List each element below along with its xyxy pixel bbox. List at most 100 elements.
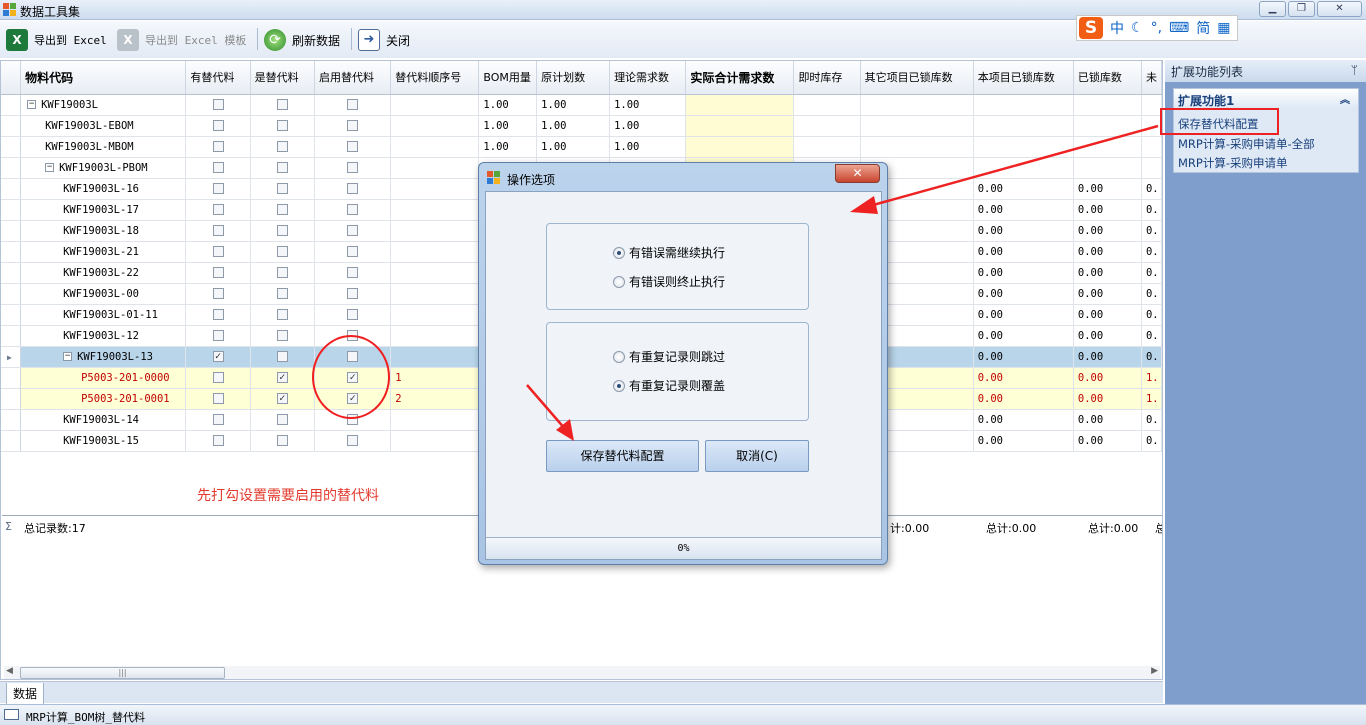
enable-substitute-checkbox[interactable] bbox=[347, 246, 359, 257]
close-button[interactable]: ➜ 关闭 bbox=[358, 27, 410, 53]
row-indicator[interactable] bbox=[1, 388, 22, 410]
substitute-seq[interactable]: 2 bbox=[390, 388, 480, 410]
col-header[interactable]: 即时库存 bbox=[793, 61, 861, 95]
save-substitute-config-button[interactable]: 保存替代料配置 bbox=[546, 440, 699, 472]
tree-toggle-icon[interactable]: − bbox=[27, 100, 37, 109]
row-indicator[interactable] bbox=[1, 283, 22, 305]
is-substitute-checkbox[interactable] bbox=[276, 435, 288, 446]
has-substitute-checkbox[interactable]: ✓ bbox=[212, 351, 224, 362]
substitute-seq[interactable] bbox=[390, 430, 480, 452]
row-indicator[interactable] bbox=[1, 409, 22, 431]
horizontal-scrollbar[interactable]: ◀ ||| ▶ bbox=[4, 666, 1160, 679]
substitute-seq[interactable] bbox=[390, 157, 480, 179]
row-indicator[interactable] bbox=[1, 325, 22, 347]
is-substitute-checkbox[interactable] bbox=[276, 330, 288, 341]
row-indicator[interactable] bbox=[1, 241, 22, 263]
has-substitute-checkbox[interactable] bbox=[212, 120, 224, 131]
row-indicator[interactable] bbox=[1, 220, 22, 242]
substitute-seq[interactable] bbox=[390, 409, 480, 431]
is-substitute-checkbox[interactable] bbox=[276, 267, 288, 278]
is-substitute-checkbox[interactable] bbox=[276, 414, 288, 425]
has-substitute-checkbox[interactable] bbox=[212, 393, 224, 404]
substitute-seq[interactable] bbox=[390, 199, 480, 221]
radio-continue-on-error[interactable]: 有错误需继续执行 bbox=[613, 244, 725, 261]
col-header[interactable]: 原计划数 bbox=[536, 61, 611, 95]
tab-data[interactable]: 数据 bbox=[6, 683, 45, 705]
export-template-button[interactable]: X 导出到 Excel 模板 bbox=[117, 27, 246, 53]
enable-substitute-checkbox[interactable] bbox=[347, 162, 359, 173]
col-header[interactable]: 其它项目已锁库数 bbox=[860, 61, 974, 95]
radio-skip-duplicates[interactable]: 有重复记录则跳过 bbox=[613, 348, 725, 365]
scroll-right-icon[interactable]: ▶ bbox=[1151, 666, 1158, 676]
col-header[interactable]: 有替代料 bbox=[185, 61, 251, 95]
simplified-icon[interactable]: 简 bbox=[1196, 18, 1210, 38]
refresh-button[interactable]: ⟳ 刷新数据 bbox=[264, 27, 340, 53]
cancel-button[interactable]: 取消(C) bbox=[705, 440, 809, 472]
radio-overwrite-duplicates[interactable]: 有重复记录则覆盖 bbox=[613, 377, 725, 394]
row-indicator[interactable] bbox=[1, 157, 22, 179]
substitute-seq[interactable] bbox=[390, 94, 480, 116]
row-indicator[interactable] bbox=[1, 178, 22, 200]
col-header[interactable]: 本项目已锁库数 bbox=[973, 61, 1074, 95]
tree-toggle-icon[interactable]: − bbox=[63, 352, 73, 361]
substitute-seq[interactable] bbox=[390, 346, 480, 368]
is-substitute-checkbox[interactable] bbox=[276, 99, 288, 110]
scroll-left-icon[interactable]: ◀ bbox=[6, 666, 13, 676]
enable-substitute-checkbox[interactable] bbox=[347, 99, 359, 110]
row-indicator[interactable] bbox=[1, 262, 22, 284]
substitute-seq[interactable] bbox=[390, 136, 480, 158]
is-substitute-checkbox[interactable] bbox=[276, 162, 288, 173]
enable-substitute-checkbox[interactable] bbox=[347, 288, 359, 299]
substitute-seq[interactable]: 1 bbox=[390, 367, 480, 389]
extension-group-header[interactable]: 扩展功能1 ︽ bbox=[1174, 89, 1358, 109]
row-indicator[interactable]: ▶ bbox=[1, 346, 22, 368]
col-header[interactable]: 替代料顺序号 bbox=[390, 61, 480, 95]
has-substitute-checkbox[interactable] bbox=[212, 288, 224, 299]
row-indicator[interactable] bbox=[1, 136, 22, 158]
has-substitute-checkbox[interactable] bbox=[212, 309, 224, 320]
col-header[interactable]: 启用替代料 bbox=[314, 61, 392, 95]
row-indicator[interactable] bbox=[1, 94, 22, 116]
enable-substitute-checkbox[interactable] bbox=[347, 120, 359, 131]
col-header[interactable]: BOM用量 bbox=[478, 61, 538, 95]
is-substitute-checkbox[interactable]: ✓ bbox=[276, 393, 288, 404]
has-substitute-checkbox[interactable] bbox=[212, 372, 224, 383]
pin-icon[interactable]: ᛘ bbox=[1351, 63, 1358, 77]
is-substitute-checkbox[interactable] bbox=[276, 351, 288, 362]
enable-substitute-checkbox[interactable] bbox=[347, 183, 359, 194]
is-substitute-checkbox[interactable] bbox=[276, 204, 288, 215]
col-header[interactable]: 是替代料 bbox=[250, 61, 315, 95]
minimize-button[interactable]: ▁ bbox=[1259, 1, 1286, 17]
is-substitute-checkbox[interactable] bbox=[276, 225, 288, 236]
is-substitute-checkbox[interactable] bbox=[276, 141, 288, 152]
ext-item-mrp[interactable]: MRP计算-采购申请单 bbox=[1178, 155, 1288, 171]
window-close-button[interactable]: ✕ bbox=[1317, 1, 1362, 17]
substitute-seq[interactable] bbox=[390, 241, 480, 263]
enable-substitute-checkbox[interactable] bbox=[347, 435, 359, 446]
has-substitute-checkbox[interactable] bbox=[212, 162, 224, 173]
keyboard-icon[interactable]: ⌨ bbox=[1169, 20, 1189, 36]
enable-substitute-checkbox[interactable] bbox=[347, 204, 359, 215]
table-row[interactable]: KWF19003L-EBOM 1.00 1.00 1.00 bbox=[1, 115, 1162, 137]
moon-icon[interactable]: ☾ bbox=[1131, 20, 1144, 36]
has-substitute-checkbox[interactable] bbox=[212, 246, 224, 257]
substitute-seq[interactable] bbox=[390, 283, 480, 305]
is-substitute-checkbox[interactable] bbox=[276, 246, 288, 257]
is-substitute-checkbox[interactable]: ✓ bbox=[276, 372, 288, 383]
tree-toggle-icon[interactable]: − bbox=[45, 163, 55, 172]
has-substitute-checkbox[interactable] bbox=[212, 330, 224, 341]
is-substitute-checkbox[interactable] bbox=[276, 309, 288, 320]
row-indicator[interactable] bbox=[1, 199, 22, 221]
has-substitute-checkbox[interactable] bbox=[212, 141, 224, 152]
has-substitute-checkbox[interactable] bbox=[212, 204, 224, 215]
substitute-seq[interactable] bbox=[390, 220, 480, 242]
scroll-thumb[interactable]: ||| bbox=[20, 667, 225, 679]
col-header[interactable]: 实际合计需求数 bbox=[685, 61, 795, 95]
ext-item-mrp-all[interactable]: MRP计算-采购申请单-全部 bbox=[1178, 136, 1315, 152]
is-substitute-checkbox[interactable] bbox=[276, 120, 288, 131]
export-excel-button[interactable]: X 导出到 Excel bbox=[6, 27, 107, 53]
col-header[interactable]: 已锁库数 bbox=[1073, 61, 1142, 95]
row-indicator[interactable] bbox=[1, 304, 22, 326]
col-header[interactable]: 未 bbox=[1141, 61, 1162, 95]
radio-stop-on-error[interactable]: 有错误则终止执行 bbox=[613, 273, 725, 290]
